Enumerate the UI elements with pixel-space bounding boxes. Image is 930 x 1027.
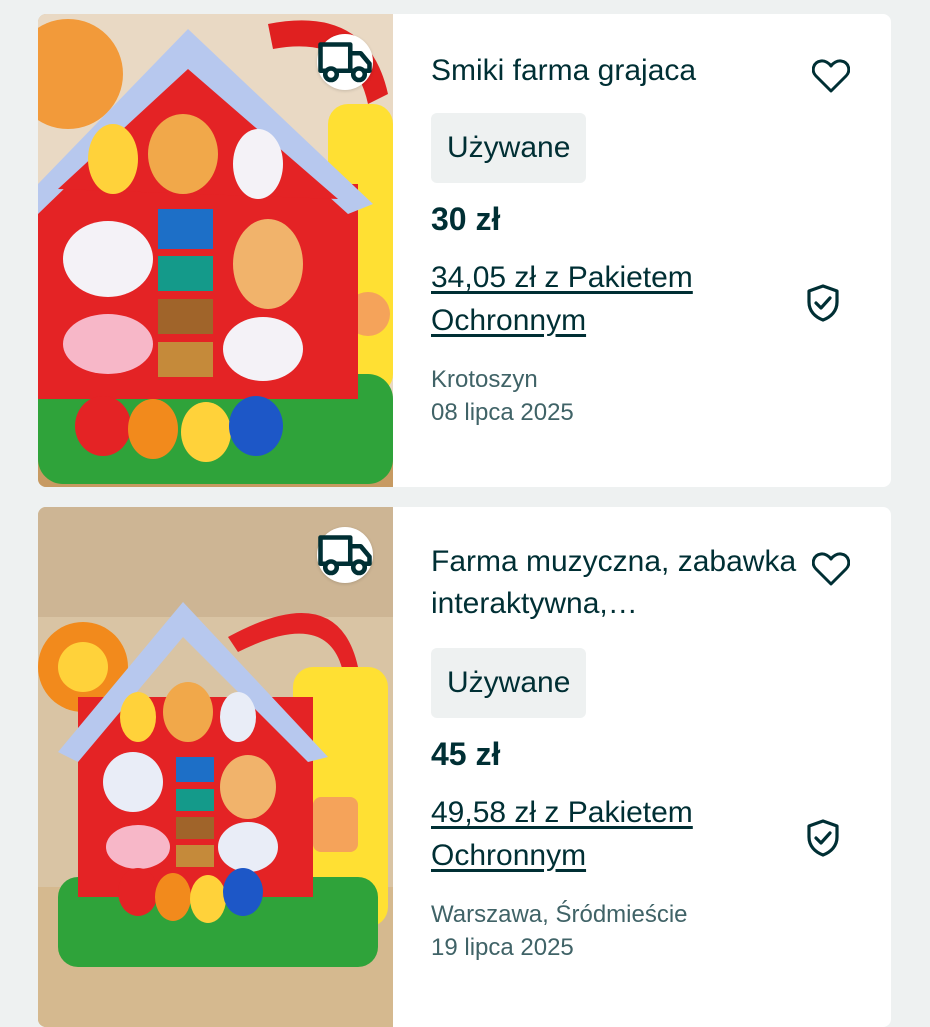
truck-icon <box>318 42 372 83</box>
favorite-button[interactable] <box>811 549 851 589</box>
protection-price-link[interactable]: 34,05 zł z Pakietem Ochronnym <box>431 256 751 342</box>
shield-check-icon <box>807 819 839 857</box>
condition-badge: Używane <box>431 113 587 183</box>
heart-icon <box>812 552 850 586</box>
protection-info-button[interactable] <box>799 279 847 327</box>
truck-icon <box>318 535 372 576</box>
listing-date: 08 lipca 2025 <box>431 399 574 426</box>
listing-title[interactable]: Smiki farma grajaca <box>431 50 801 92</box>
shield-check-icon <box>807 284 839 322</box>
protection-price-link[interactable]: 49,58 zł z Pakietem Ochronnym <box>431 791 751 877</box>
listing-location: Warszawa, Śródmieście <box>431 901 688 928</box>
listing-date: 19 lipca 2025 <box>431 934 574 961</box>
listing-card[interactable]: Farma muzyczna, zabawka interaktywna,… U… <box>38 507 891 1027</box>
favorite-button[interactable] <box>811 56 851 96</box>
listing-card[interactable]: Smiki farma grajaca Używane 30 zł 34,05 … <box>38 14 891 487</box>
listing-title[interactable]: Farma muzyczna, zabawka interaktywna,… <box>431 541 801 625</box>
listing-photo[interactable] <box>38 14 393 487</box>
condition-badge: Używane <box>431 648 587 718</box>
listing-price: 30 zł <box>431 201 501 237</box>
protection-info-button[interactable] <box>799 814 847 862</box>
farm-toy-image <box>38 507 393 1027</box>
listing-photo[interactable] <box>38 507 393 1027</box>
delivery-badge <box>317 34 373 90</box>
listing-location: Krotoszyn <box>431 366 538 393</box>
listing-price: 45 zł <box>431 736 501 772</box>
heart-icon <box>812 59 850 93</box>
delivery-badge <box>317 527 373 583</box>
